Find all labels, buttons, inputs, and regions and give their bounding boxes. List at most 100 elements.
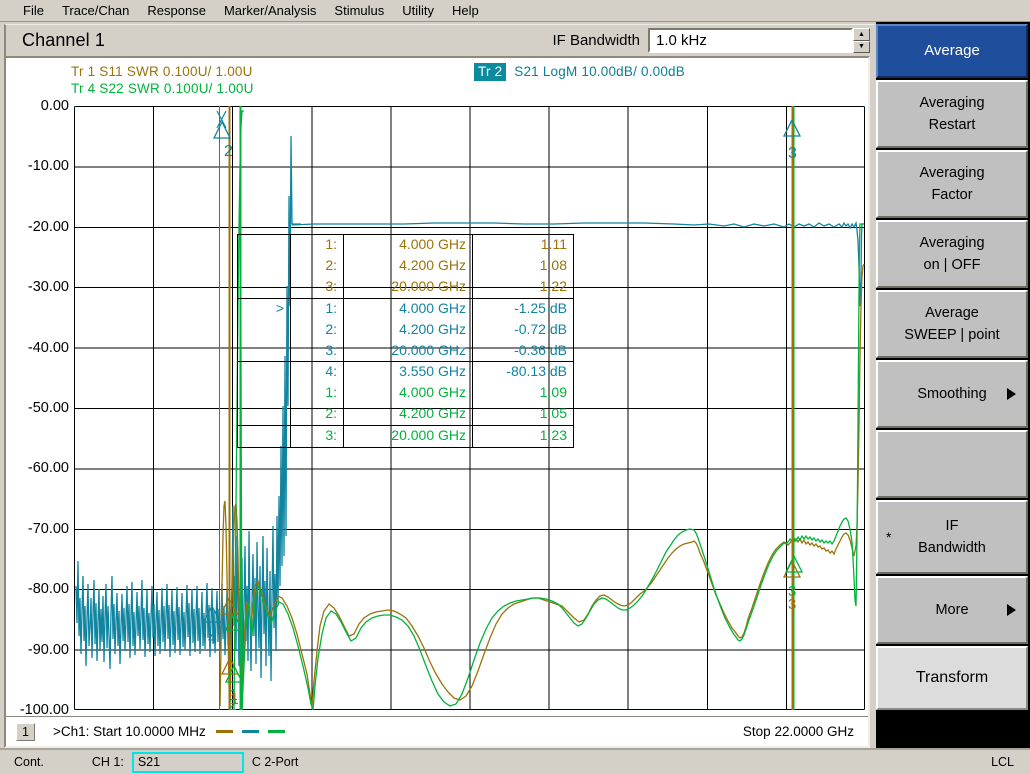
softkey-label-line2: Restart [928,117,976,133]
stimulus-bar: 1 >Ch1: Start 10.0000 MHz Stop 22.0000 G… [6,716,868,746]
marker-readout-table[interactable]: 1: 4.000 GHz 1.11 2: 4.200 GHz 1.08 3: 2… [237,233,574,449]
softkey-transform[interactable]: Transform [876,646,1028,710]
svg-text:2: 2 [224,143,233,160]
y-tick-1: -10.00 [27,158,69,175]
marker-freq: 4.000 GHz [343,233,473,256]
marker-row[interactable]: 3: 20.000 GHz 1.23 [237,425,574,449]
trace-label-tr4[interactable]: Tr 4 S22 SWR 0.100U/ 1.00U [71,81,254,96]
y-axis-labels: 0.00 -10.00 -20.00 -30.00 -40.00 -50.00 … [6,98,72,718]
channel-pane: Channel 1 IF Bandwidth 1.0 kHz ▲ ▼ Tr 1 [0,22,876,748]
svg-text:3: 3 [788,145,797,162]
softkey-label-line2: SWEEP | point [904,327,1000,343]
marker-freq: 20.000 GHz [343,425,473,449]
softkey-more[interactable]: More [876,576,1028,644]
marker-freq: 3.550 GHz [343,361,473,384]
marker-active [237,404,291,426]
status-cal-state[interactable]: C 2-Port [252,755,299,769]
marker-index: 2: [290,319,344,341]
marker-row[interactable]: 4: 3.550 GHz -80.13 dB [237,361,574,384]
legend-swatch-s11 [215,730,233,733]
if-bandwidth-input[interactable]: 1.0 kHz [648,28,853,53]
menu-item-utility[interactable]: Utility [393,2,443,20]
svg-text:2: 2 [228,697,237,710]
trace4-format: SWR [127,81,160,96]
spinner-up-icon[interactable]: ▲ [853,28,870,41]
graph-inner: Tr 1 S11 SWR 0.100U/ 1.00U Tr 4 S22 SWR … [6,58,868,746]
trace1-id: Tr 1 [71,64,96,79]
marker-s21-1[interactable] [216,110,227,129]
marker-row[interactable]: 3: 20.000 GHz -0.36 dB [237,340,574,362]
vna-application-window: File Trace/Chan Response Marker/Analysis… [0,0,1030,774]
trace4-ref: 1.00U [216,81,254,96]
marker-freq: 20.000 GHz [343,276,473,299]
graph-frame[interactable]: Tr 1 S11 SWR 0.100U/ 1.00U Tr 4 S22 SWR … [4,56,870,748]
marker-value: 1.09 [472,383,574,405]
menu-item-help[interactable]: Help [443,2,488,20]
softkey-averaging-restart[interactable]: Averaging Restart [876,80,1028,148]
marker-index: 2: [290,404,344,426]
marker-value: 1.11 [472,233,574,256]
marker-row[interactable]: 1: 4.000 GHz 1.11 [237,233,574,256]
softkey-averaging-on-off[interactable]: Averaging on | OFF [876,220,1028,288]
marker-index: 4: [290,361,344,384]
trace4-param: S22 [99,81,124,96]
y-tick-7: -70.00 [27,520,69,537]
status-channel-label: CH 1: [91,755,124,769]
softkey-if-bandwidth[interactable]: * IF Bandwidth [876,500,1028,574]
menu-item-stimulus[interactable]: Stimulus [325,2,393,20]
marker-row[interactable]: 1: 4.000 GHz 1.09 [237,383,574,405]
softkey-menu: Average Averaging Restart Averaging Fact… [876,22,1030,748]
softkey-blank[interactable] [876,430,1028,498]
trace-legend-swatches [215,730,285,733]
menu-item-file[interactable]: File [14,2,53,20]
softkey-label-line1: More [935,602,969,618]
softkey-label-line1: Smoothing [917,386,987,402]
softkey-averaging-factor[interactable]: Averaging Factor [876,150,1028,218]
status-lcl[interactable]: LCL [991,755,1014,769]
softkey-smoothing[interactable]: Smoothing [876,360,1028,428]
chevron-right-icon [1007,388,1016,400]
y-tick-0: 0.00 [40,98,69,114]
menu-item-trace-chan[interactable]: Trace/Chan [53,2,138,20]
marker-row[interactable]: 2: 4.200 GHz 1.08 [237,255,574,277]
marker-value: 1.22 [472,276,574,299]
marker-index: 3: [290,340,344,362]
trace-label-tr2[interactable]: Tr 2 S21 LogM 10.00dB/ 0.00dB [474,63,685,81]
stop-frequency-label[interactable]: Stop 22.0000 GHz [743,724,854,739]
marker-row[interactable]: 2: 4.200 GHz -0.72 dB [237,319,574,341]
status-sweep-mode[interactable]: Cont. [14,755,44,769]
softkey-label-line1: Average [925,305,979,321]
marker-value: -1.25 dB [472,297,574,320]
spinner-down-icon[interactable]: ▼ [853,40,870,53]
trace4-id: Tr 4 [71,81,96,96]
marker-row[interactable]: 2: 4.200 GHz 1.05 [237,404,574,426]
y-tick-9: -90.00 [27,641,69,658]
marker-freq: 4.000 GHz [343,383,473,405]
main-content-row: Channel 1 IF Bandwidth 1.0 kHz ▲ ▼ Tr 1 [0,22,1030,748]
menu-item-response[interactable]: Response [138,2,215,20]
trace-label-tr1[interactable]: Tr 1 S11 SWR 0.100U/ 1.00U [71,64,253,79]
if-bandwidth-spinner[interactable]: ▲ ▼ [853,28,870,53]
marker-active [237,233,291,256]
marker-active [237,255,291,277]
marker-index: 3: [290,425,344,449]
marker-active [237,425,291,449]
softkey-average-title[interactable]: Average [876,24,1028,78]
marker-freq: 4.200 GHz [343,319,473,341]
marker-row[interactable]: > 1: 4.000 GHz -1.25 dB [237,297,574,320]
marker-value: 1.23 [472,425,574,449]
trace1-scale: 0.100U/ [162,64,212,79]
trace2-id: Tr 2 [474,63,507,81]
trace1-ref: 1.00U [215,64,253,79]
marker-index: 3: [290,276,344,299]
softkey-label-line1: Averaging [919,165,985,181]
marker-freq: 4.000 GHz [343,297,473,320]
channel-number-badge[interactable]: 1 [16,722,35,741]
menu-item-marker-analysis[interactable]: Marker/Analysis [215,2,325,20]
trace2-format: LogM [542,64,578,79]
softkey-average-sweep-point[interactable]: Average SWEEP | point [876,290,1028,358]
marker-value: -80.13 dB [472,361,574,384]
status-sparameter[interactable]: S21 [131,751,244,773]
start-frequency-label[interactable]: >Ch1: Start 10.0000 MHz [53,724,206,739]
marker-row[interactable]: 3: 20.000 GHz 1.22 [237,276,574,299]
